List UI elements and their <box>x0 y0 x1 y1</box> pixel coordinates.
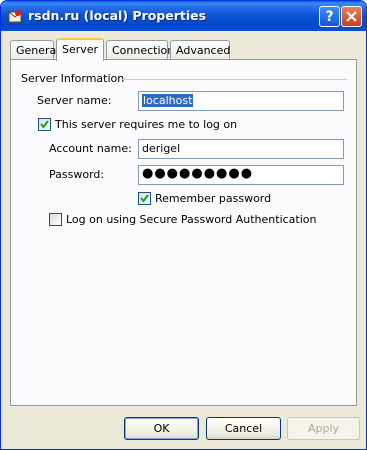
close-icon <box>346 11 357 22</box>
dialog-client: General Server Connection Advanced Serve… <box>4 31 363 447</box>
ok-button[interactable]: OK <box>124 417 199 440</box>
spa-label: Log on using Secure Password Authenticat… <box>66 213 317 226</box>
tab-general[interactable]: General <box>10 40 59 60</box>
account-name-label: Account name: <box>49 142 132 155</box>
tab-label: General <box>16 44 60 57</box>
apply-label: Apply <box>307 422 340 435</box>
remember-password-label: Remember password <box>155 192 272 205</box>
cancel-button[interactable]: Cancel <box>206 417 281 440</box>
tab-connection[interactable]: Connection <box>106 40 174 60</box>
server-name-input[interactable]: localhost <box>138 91 344 111</box>
remember-password-checkbox[interactable] <box>138 192 151 205</box>
tab-label: Connection <box>112 44 175 57</box>
help-button[interactable]: ? <box>319 6 340 27</box>
tab-advanced[interactable]: Advanced <box>170 40 230 60</box>
account-name-input[interactable]: derigel <box>138 139 344 159</box>
spa-checkbox[interactable] <box>49 213 62 226</box>
cancel-label: Cancel <box>224 422 263 435</box>
window-title: rsdn.ru (local) Properties <box>28 8 207 23</box>
apply-button[interactable]: Apply <box>287 417 360 440</box>
group-divider <box>121 79 347 80</box>
requires-logon-checkbox[interactable] <box>38 118 51 131</box>
tab-label: Server <box>62 43 99 56</box>
password-value: ●●●●●●●●● <box>142 166 254 181</box>
server-name-label: Server name: <box>37 94 112 107</box>
server-name-value: localhost <box>142 94 194 107</box>
checkmark-icon <box>140 194 149 203</box>
title-bar[interactable]: rsdn.ru (local) Properties ? <box>1 1 366 31</box>
properties-dialog: rsdn.ru (local) Properties ? General Ser… <box>0 0 367 450</box>
app-icon <box>7 8 23 24</box>
close-button[interactable] <box>341 6 362 27</box>
requires-logon-label: This server requires me to log on <box>55 118 238 131</box>
tab-server[interactable]: Server <box>56 38 104 61</box>
server-tab-panel: Server Information Server name: localhos… <box>10 59 357 406</box>
account-name-value: derigel <box>142 142 181 155</box>
checkmark-icon <box>40 120 49 129</box>
group-title: Server Information <box>21 72 125 85</box>
tab-label: Advanced <box>176 44 231 57</box>
help-icon: ? <box>325 8 334 25</box>
password-input[interactable]: ●●●●●●●●● <box>138 165 344 185</box>
ok-label: OK <box>153 422 170 435</box>
password-label: Password: <box>49 168 105 181</box>
